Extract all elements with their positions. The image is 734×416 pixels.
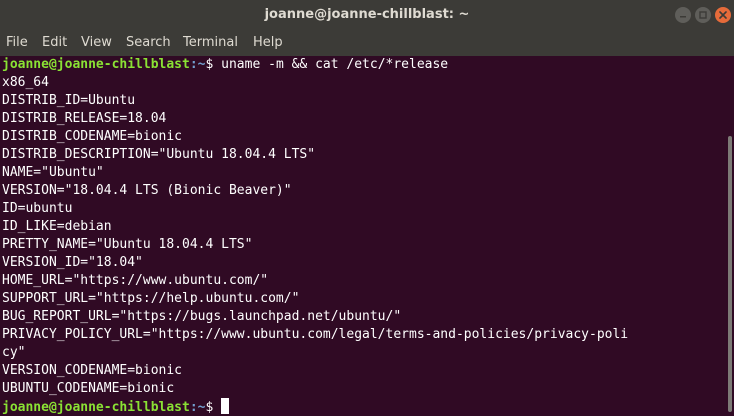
output-line: VERSION_ID="18.04": [2, 255, 143, 270]
output-line: HOME_URL="https://www.ubuntu.com/": [2, 273, 269, 288]
menu-bar: File Edit View Search Terminal Help: [0, 30, 734, 56]
output-line: ID=ubuntu: [2, 201, 73, 216]
prompt-symbol: $: [205, 57, 222, 72]
prompt-user-host: joanne@joanne-chillblast: [2, 57, 190, 72]
output-line: cy": [2, 345, 26, 360]
menu-edit[interactable]: Edit: [42, 30, 67, 56]
command-line: joanne@joanne-chillblast:~$ uname -m && …: [0, 56, 726, 74]
title-bar[interactable]: joanne@joanne-chillblast: ~: [0, 0, 734, 30]
close-button[interactable]: [715, 7, 731, 23]
output-line: VERSION="18.04.4 LTS (Bionic Beaver)": [2, 183, 292, 198]
output-line: DISTRIB_RELEASE=18.04: [2, 111, 167, 126]
minimize-icon: [679, 11, 687, 19]
output-line: BUG_REPORT_URL="https://bugs.launchpad.n…: [2, 309, 402, 324]
output-line: DISTRIB_DESCRIPTION="Ubuntu 18.04.4 LTS": [2, 147, 316, 162]
prompt-path: :~: [189, 400, 206, 415]
command-text: uname -m && cat /etc/*release: [221, 57, 449, 72]
output-line: SUPPORT_URL="https://help.ubuntu.com/": [2, 291, 300, 306]
minimize-button[interactable]: [675, 7, 691, 23]
output-line: ID_LIKE=debian: [2, 219, 112, 234]
menu-terminal[interactable]: Terminal: [183, 30, 238, 56]
terminal-output[interactable]: joanne@joanne-chillblast:~$ uname -m && …: [0, 56, 726, 416]
close-icon: [719, 11, 727, 19]
output-line: UBUNTU_CODENAME=bionic: [2, 381, 175, 396]
scrollbar[interactable]: [726, 56, 734, 416]
prompt-user-host: joanne@joanne-chillblast: [2, 400, 190, 415]
maximize-icon: [699, 11, 707, 19]
output-line: DISTRIB_CODENAME=bionic: [2, 129, 183, 144]
scrollbar-thumb[interactable]: [728, 136, 732, 412]
terminal-window: joanne@joanne-chillblast: ~ File Edit Vi…: [0, 0, 734, 416]
output-line: PRIVACY_POLICY_URL="https://www.ubuntu.c…: [2, 327, 629, 342]
output-line: DISTRIB_ID=Ubuntu: [2, 93, 136, 108]
text-cursor: [221, 398, 230, 414]
window-title: joanne@joanne-chillblast: ~: [264, 7, 470, 22]
menu-search[interactable]: Search: [126, 30, 171, 56]
menu-help[interactable]: Help: [253, 30, 283, 56]
output-line: PRETTY_NAME="Ubuntu 18.04.4 LTS": [2, 237, 253, 252]
active-prompt-line[interactable]: joanne@joanne-chillblast:~$: [0, 398, 726, 416]
output-line: NAME="Ubuntu": [2, 165, 104, 180]
menu-view[interactable]: View: [81, 30, 112, 56]
output-line: x86_64: [2, 75, 49, 90]
menu-file[interactable]: File: [6, 30, 28, 56]
prompt-symbol: $: [205, 400, 222, 415]
maximize-button[interactable]: [695, 7, 711, 23]
output-line: VERSION_CODENAME=bionic: [2, 363, 183, 378]
prompt-path: :~: [189, 57, 206, 72]
